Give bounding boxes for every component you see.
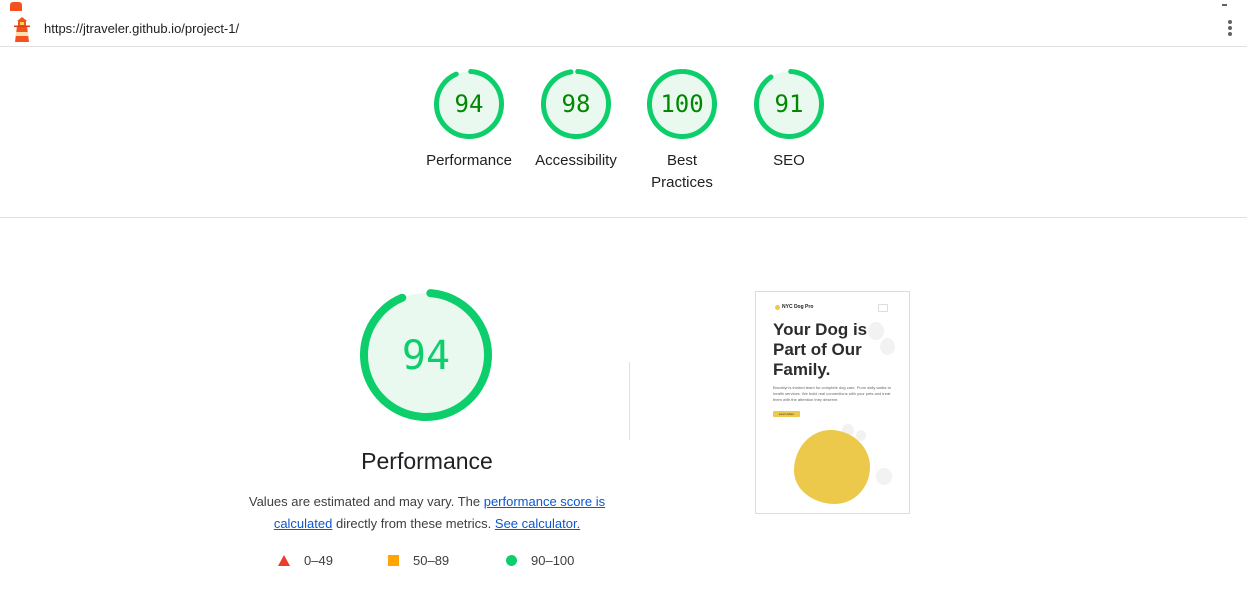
gauge-accessibility[interactable]: 98 Accessibility	[516, 68, 636, 172]
thumbnail-brand: NYC Dog Pro	[782, 304, 814, 310]
gauge-label: Best Practices	[622, 150, 742, 194]
gauge-performance[interactable]: 94 Performance	[409, 68, 529, 172]
dot-icon	[1228, 32, 1232, 36]
lighthouse-logo-icon	[14, 17, 30, 42]
thumbnail-headline: Your Dog is Part of Our Family.	[773, 320, 868, 379]
gauge-score: 98	[562, 90, 591, 118]
dot-icon	[1228, 20, 1232, 24]
legend-item-fail: 0–49	[278, 553, 333, 568]
performance-score: 94	[402, 333, 450, 379]
brand-logo-icon	[775, 305, 780, 310]
legend-range: 90–100	[531, 553, 575, 568]
hamburger-icon	[878, 304, 888, 312]
legend-range: 0–49	[304, 553, 333, 568]
gauge-score: 91	[775, 90, 804, 118]
gauge-label: SEO	[773, 152, 805, 169]
score-summary: 94 Performance 98 Accessibility 100 Best…	[0, 46, 1247, 218]
score-ring-icon: 91	[754, 69, 824, 139]
paw-print-decoration	[876, 468, 892, 485]
menu-icon	[1222, 4, 1227, 9]
score-ring-icon: 100	[647, 69, 717, 139]
square-icon	[388, 555, 399, 566]
gauge-best-practices[interactable]: 100 Best Practices	[622, 68, 742, 194]
yellow-blob-decoration	[794, 430, 870, 504]
final-screenshot-thumbnail[interactable]: NYC Dog Pro Your Dog is Part of Our Fami…	[755, 291, 910, 514]
legend-item-average: 50–89	[388, 553, 449, 568]
gauge-label-line: Best	[666, 152, 697, 169]
score-ring-icon: 98	[541, 69, 611, 139]
description-text: directly from these metrics.	[332, 516, 495, 531]
gauge-score: 100	[660, 90, 703, 118]
legend-item-pass: 90–100	[506, 553, 574, 568]
triangle-icon	[278, 555, 290, 566]
see-calculator-link[interactable]: See calculator.	[495, 516, 580, 531]
thumbnail-copy: Brooklyn's trusted team for complete dog…	[773, 385, 891, 402]
gauge-score: 94	[455, 90, 484, 118]
tools-menu-button[interactable]	[1222, 18, 1238, 40]
performance-score-ring-icon: 94	[360, 289, 492, 421]
gauge-seo[interactable]: 91 SEO	[729, 68, 849, 172]
gauge-label-line: Practices	[651, 174, 713, 191]
thumbnail-cta-button: Learn More	[773, 411, 800, 417]
circle-icon	[506, 555, 517, 566]
description-text: Values are estimated and may vary. The	[248, 494, 484, 509]
score-ring-icon: 94	[434, 69, 504, 139]
legend-range: 50–89	[413, 553, 450, 568]
gauge-label: Performance	[426, 152, 512, 169]
dot-icon	[1228, 26, 1232, 30]
section-divider	[629, 362, 630, 440]
performance-description: Values are estimated and may vary. The p…	[240, 491, 614, 535]
performance-section: 94 Performance Values are estimated and …	[230, 285, 624, 585]
gauge-label: Accessibility	[535, 152, 617, 169]
report-header: https://jtraveler.github.io/project-1/	[0, 12, 1247, 47]
performance-title: Performance	[361, 448, 493, 474]
lighthouse-icon	[10, 2, 22, 11]
audited-url[interactable]: https://jtraveler.github.io/project-1/	[44, 21, 239, 36]
